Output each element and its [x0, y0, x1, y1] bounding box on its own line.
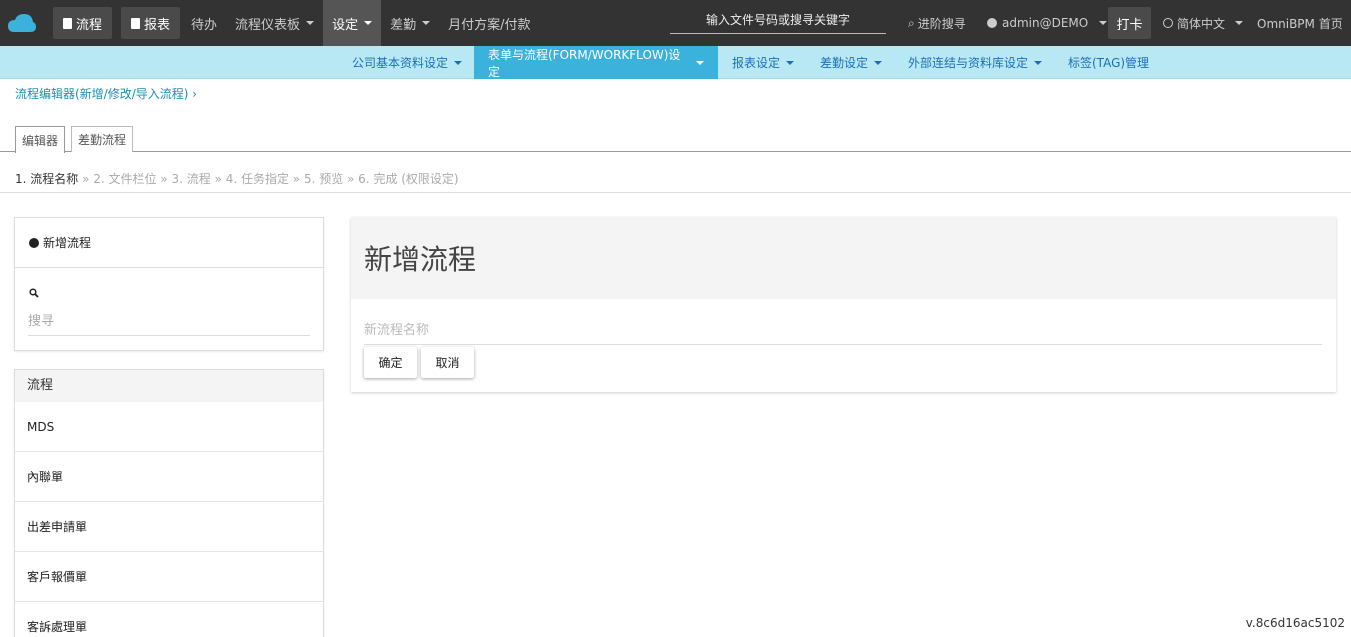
- search-icon: [29, 288, 39, 298]
- list-item[interactable]: 內聯單: [15, 452, 323, 502]
- caret-down-icon: [364, 21, 373, 25]
- clock-in-button[interactable]: 打卡: [1108, 7, 1151, 39]
- cancel-button[interactable]: 取消: [421, 347, 474, 378]
- divider: [0, 192, 1351, 193]
- caret-down-icon: [454, 60, 463, 65]
- info-icon: [29, 237, 39, 248]
- subnav-external-db[interactable]: 外部连结与资料库设定: [894, 46, 1056, 79]
- breadcrumb[interactable]: 流程编辑器(新增/修改/导入流程) ›: [15, 85, 197, 102]
- process-button[interactable]: 流程: [53, 7, 113, 39]
- new-flow-link[interactable]: 新增流程: [15, 218, 323, 268]
- wizard-steps: 1. 流程名称 » 2. 文件栏位 » 3. 流程 » 4. 任务指定 » 5.…: [15, 170, 459, 187]
- advanced-search-link[interactable]: ⌕ 进阶搜寻: [908, 0, 966, 46]
- new-flow-card: 新增流程 新流程名称 确定 取消: [351, 217, 1336, 392]
- list-item[interactable]: 出差申請單: [15, 502, 323, 552]
- caret-down-icon: [306, 21, 315, 25]
- subnav-company-settings[interactable]: 公司基本资料设定: [338, 46, 476, 79]
- report-button[interactable]: 报表: [121, 7, 181, 39]
- home-link[interactable]: OmniBPM 首页: [1257, 0, 1343, 46]
- subnav-attendance-settings[interactable]: 差勤设定: [806, 46, 896, 79]
- nav-billing[interactable]: 月付方案/付款: [439, 0, 539, 46]
- subnav-form-workflow[interactable]: 表单与流程(FORM/WORKFLOW)设定: [474, 46, 718, 79]
- report-icon: [131, 17, 141, 29]
- caret-down-icon: [786, 60, 795, 65]
- language-menu[interactable]: 简体中文: [1163, 0, 1244, 46]
- step-current: 1. 流程名称: [15, 172, 79, 186]
- page-title: 新增流程: [351, 217, 1336, 299]
- search-icon: ⌕: [908, 15, 915, 30]
- step-rest: » 2. 文件栏位 » 3. 流程 » 4. 任务指定 » 5. 预览 » 6.…: [78, 172, 459, 186]
- caret-down-icon: [874, 60, 883, 65]
- confirm-button[interactable]: 确定: [364, 347, 417, 378]
- caret-down-icon: [1034, 60, 1043, 65]
- list-item[interactable]: MDS: [15, 402, 323, 452]
- top-search-input[interactable]: 输入文件号码或搜寻关键字: [670, 10, 886, 34]
- flow-search-card: 新增流程 搜寻: [14, 217, 324, 351]
- nav-dashboard[interactable]: 流程仪表板: [226, 0, 323, 46]
- caret-down-icon: [1235, 21, 1244, 25]
- editor-tabs: 编辑器 差勤流程: [0, 126, 1351, 153]
- nav-todo[interactable]: 待办: [182, 0, 226, 46]
- version-label: v.8c6d16ac5102: [1245, 616, 1345, 630]
- flow-list: 流程 MDS 內聯單 出差申請單 客戶報價單 客訴處理單: [14, 369, 324, 637]
- subnav-tag-management[interactable]: 标签(TAG)管理: [1054, 46, 1163, 79]
- flow-list-header: 流程: [15, 370, 323, 402]
- globe-icon: [1163, 18, 1173, 28]
- tab-attendance-flow[interactable]: 差勤流程: [71, 126, 134, 152]
- flow-search-input[interactable]: 搜寻: [28, 310, 310, 336]
- document-icon: [63, 17, 72, 29]
- user-menu[interactable]: admin@DEMO: [987, 0, 1108, 46]
- cloud-icon[interactable]: [0, 0, 44, 46]
- tab-editor[interactable]: 编辑器: [15, 126, 66, 153]
- list-item[interactable]: 客戶報價單: [15, 552, 323, 602]
- settings-subnav: 公司基本资料设定 表单与流程(FORM/WORKFLOW)设定 报表设定 差勤设…: [0, 46, 1351, 79]
- caret-down-icon: [422, 21, 431, 25]
- nav-attendance[interactable]: 差勤: [381, 0, 439, 46]
- user-icon: [987, 18, 997, 28]
- top-navbar: 流程 报表 待办 流程仪表板 设定 差勤 月付方案/付款 输入文件号码或搜寻关键…: [0, 0, 1351, 46]
- nav-settings[interactable]: 设定: [323, 0, 382, 46]
- caret-down-icon: [696, 60, 704, 65]
- caret-down-icon: [1099, 21, 1108, 25]
- subnav-report-settings[interactable]: 报表设定: [718, 46, 808, 79]
- flow-name-input[interactable]: 新流程名称: [364, 319, 1322, 345]
- list-item[interactable]: 客訴處理單: [15, 602, 323, 637]
